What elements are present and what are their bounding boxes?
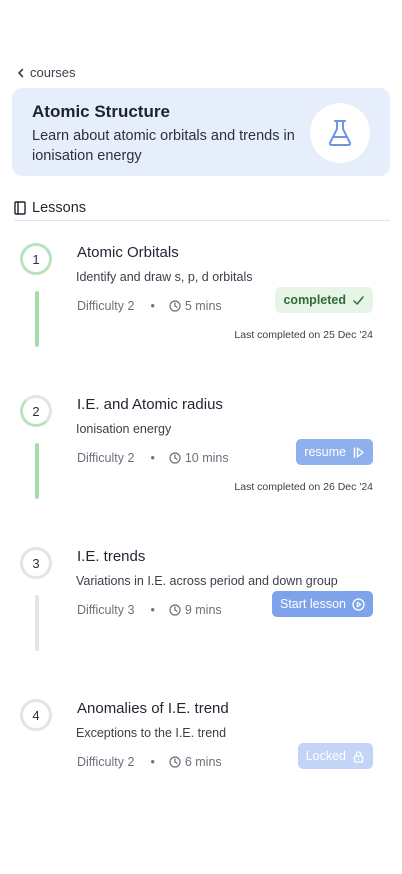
- lesson-title: I.E. trends: [77, 548, 146, 565]
- progress-line: [35, 443, 39, 499]
- lesson-title: Anomalies of I.E. trend: [77, 700, 229, 717]
- start-lesson-button[interactable]: Start lesson: [271, 591, 373, 617]
- meta-separator: •: [150, 451, 155, 465]
- difficulty-label: Difficulty 2: [77, 299, 135, 313]
- lesson-subtitle: Ionisation energy: [76, 422, 172, 436]
- course-title: Atomic Structure: [32, 102, 170, 121]
- lesson-item[interactable]: 4 Anomalies of I.E. trend Exceptions to …: [0, 699, 402, 849]
- lesson-number-badge: 1: [20, 243, 52, 275]
- lesson-number-badge: 3: [20, 547, 52, 579]
- meta-separator: •: [150, 299, 155, 313]
- clock-icon: [169, 756, 181, 768]
- chevron-left-icon: [18, 68, 24, 77]
- lesson-item[interactable]: 2 I.E. and Atomic radius Ionisation ener…: [0, 395, 402, 545]
- lock-icon: [353, 750, 364, 763]
- locked-label: Locked: [305, 749, 346, 763]
- duration-label: 6 mins: [184, 755, 222, 769]
- lesson-item[interactable]: 1 Atomic Orbitals Identify and draw s, p…: [0, 243, 402, 393]
- progress-line: [35, 291, 39, 347]
- lesson-subtitle: Variations in I.E. across period and dow…: [76, 574, 338, 588]
- last-completed-text: Last completed on 25 Dec '24: [234, 329, 373, 341]
- clock-icon: [169, 300, 181, 312]
- duration-label: 5 mins: [184, 299, 222, 313]
- back-label: courses: [30, 65, 76, 80]
- meta-separator: •: [150, 603, 155, 617]
- lesson-number-badge: 4: [20, 699, 52, 731]
- lesson-meta: Difficulty 2 • 10 mins: [77, 451, 229, 465]
- difficulty-label: Difficulty 2: [77, 755, 135, 769]
- resume-button[interactable]: resume: [296, 439, 373, 465]
- section-title: Lessons: [32, 200, 87, 216]
- lesson-subtitle: Exceptions to the I.E. trend: [76, 726, 227, 740]
- progress-line: [35, 595, 39, 651]
- difficulty-label: Difficulty 3: [77, 603, 135, 617]
- resume-label: resume: [304, 445, 346, 459]
- check-icon: [353, 295, 364, 305]
- lessons-section-header: Lessons: [14, 196, 390, 221]
- play-circle-icon: [352, 597, 365, 611]
- lesson-meta: Difficulty 3 • 9 mins: [77, 603, 222, 617]
- flask-icon: [310, 103, 370, 163]
- clock-icon: [169, 604, 181, 616]
- lesson-meta: Difficulty 2 • 6 mins: [77, 755, 222, 769]
- locked-button[interactable]: Locked: [297, 743, 373, 769]
- last-completed-text: Last completed on 26 Dec '24: [234, 481, 373, 493]
- back-to-courses-link[interactable]: courses: [16, 65, 76, 80]
- lesson-number-badge: 2: [20, 395, 52, 427]
- book-icon: [14, 201, 26, 215]
- lesson-title: Atomic Orbitals: [77, 244, 179, 261]
- duration-label: 9 mins: [184, 603, 222, 617]
- start-lesson-label: Start lesson: [279, 597, 346, 611]
- clock-icon: [169, 452, 181, 464]
- lesson-title: I.E. and Atomic radius: [77, 396, 223, 413]
- course-header-card: Atomic Structure Learn about atomic orbi…: [12, 88, 390, 176]
- meta-separator: •: [150, 755, 155, 769]
- lesson-meta: Difficulty 2 • 5 mins: [77, 299, 222, 313]
- completed-label: completed: [283, 293, 346, 307]
- difficulty-label: Difficulty 2: [77, 451, 135, 465]
- completed-button[interactable]: completed: [275, 287, 373, 313]
- duration-label: 10 mins: [184, 451, 229, 465]
- lesson-item[interactable]: 3 I.E. trends Variations in I.E. across …: [0, 547, 402, 697]
- lesson-subtitle: Identify and draw s, p, d orbitals: [76, 270, 253, 284]
- course-description: Learn about atomic orbitals and trends i…: [32, 128, 295, 164]
- resume-icon: [353, 446, 364, 458]
